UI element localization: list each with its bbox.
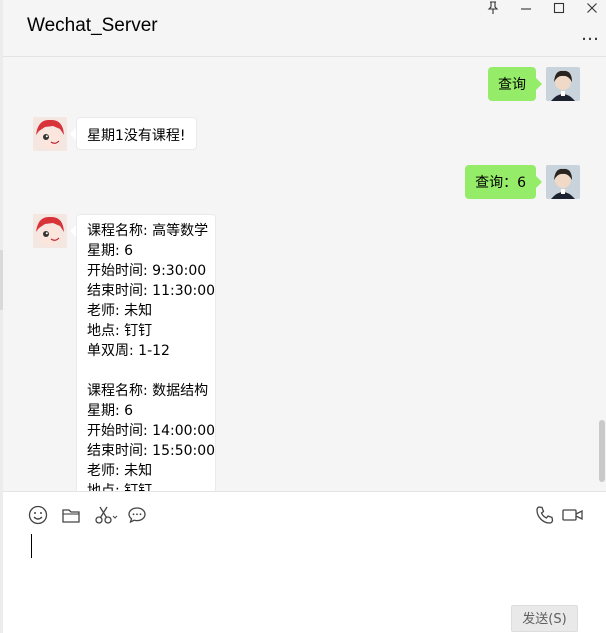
bubble-tail xyxy=(536,78,542,90)
emoji-icon[interactable] xyxy=(27,504,49,526)
course-line: 星期: 6 xyxy=(87,243,134,259)
chat-history-icon[interactable] xyxy=(126,504,148,526)
self-avatar[interactable] xyxy=(546,165,580,199)
bot-avatar[interactable] xyxy=(33,214,67,248)
course-line: 课程名称: 数据结构 xyxy=(87,383,209,399)
course-line: 结束时间: 11:30:00 xyxy=(87,283,216,299)
message-bubble-other[interactable]: 课程名称: 高等数学 星期: 6 开始时间: 9:30:00 结束时间: 11:… xyxy=(76,214,216,491)
message-bubble-self[interactable]: 查询：6 xyxy=(465,165,536,199)
pin-icon[interactable] xyxy=(487,1,499,17)
course-line: 单双周: 1-12 xyxy=(87,343,170,359)
course-line: 开始时间: 9:30:00 xyxy=(87,263,207,279)
message-text: 星期1没有课程! xyxy=(87,128,186,144)
course-line: 地点: 钉钉 xyxy=(87,483,153,491)
bot-avatar[interactable] xyxy=(33,117,67,151)
video-icon[interactable] xyxy=(561,504,583,526)
close-icon[interactable] xyxy=(586,1,598,17)
text-input[interactable] xyxy=(31,534,32,558)
message-bubble-other[interactable]: 星期1没有课程! xyxy=(76,117,197,150)
message-text: 查询 xyxy=(498,77,526,93)
self-avatar[interactable] xyxy=(546,67,580,101)
minimize-icon[interactable] xyxy=(520,1,532,17)
course-line: 结束时间: 15:50:00 xyxy=(87,443,216,459)
message-scrollbar[interactable] xyxy=(599,420,605,482)
message-text: 查询：6 xyxy=(475,175,526,191)
compose-area: 发送(S) xyxy=(3,491,606,633)
bubble-tail xyxy=(536,176,542,188)
course-line: 老师: 未知 xyxy=(87,303,153,319)
screenshot-icon[interactable] xyxy=(93,504,118,526)
course-line: 老师: 未知 xyxy=(87,463,153,479)
more-options-icon[interactable]: … xyxy=(581,24,600,45)
course-line: 课程名称: 高等数学 xyxy=(87,223,209,239)
course-line xyxy=(87,361,205,381)
course-line: 地点: 钉钉 xyxy=(87,323,153,339)
send-button[interactable]: 发送(S) xyxy=(511,605,578,632)
message-list: 查询 星期1没有课程! 查询：6 课程名称: 高等数学 星期: 6 开始时间: … xyxy=(3,57,606,491)
course-line: 星期: 6 xyxy=(87,403,134,419)
message-bubble-self[interactable]: 查询 xyxy=(488,67,536,101)
chat-title: Wechat_Server xyxy=(27,15,158,36)
maximize-icon[interactable] xyxy=(553,1,565,17)
folder-icon[interactable] xyxy=(60,504,82,526)
chat-header: Wechat_Server … xyxy=(3,0,606,57)
course-line: 开始时间: 14:00:00 xyxy=(87,423,216,439)
phone-icon[interactable] xyxy=(534,504,556,526)
